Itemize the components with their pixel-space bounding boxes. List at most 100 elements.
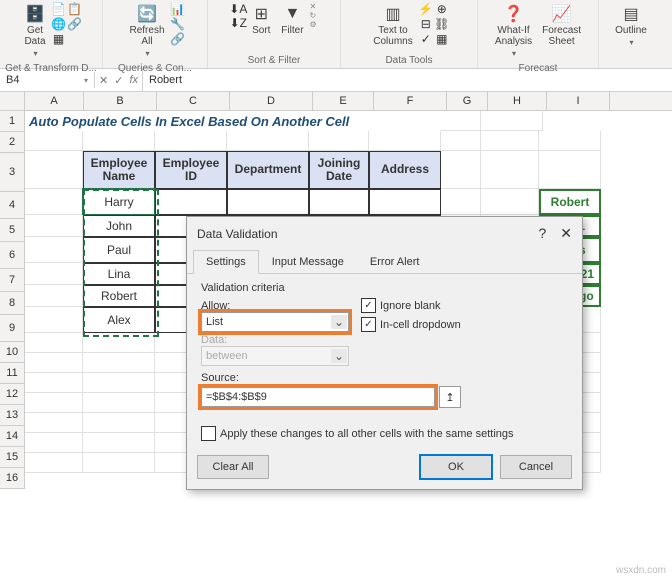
consolidate-icon[interactable]: ⊕ bbox=[435, 2, 449, 16]
data-val-icon[interactable]: ✓ bbox=[419, 32, 433, 46]
close-icon[interactable]: ✕ bbox=[560, 225, 572, 242]
cell-B11[interactable] bbox=[83, 353, 155, 373]
row-header-4[interactable]: 4 bbox=[0, 192, 24, 219]
relationships-icon[interactable]: ⛓ bbox=[435, 17, 449, 31]
cell-A1[interactable]: Auto Populate Cells In Excel Based On An… bbox=[25, 111, 441, 131]
queries-icon[interactable]: 📊 bbox=[171, 2, 185, 16]
sort-button[interactable]: ⊞ Sort bbox=[247, 2, 275, 38]
row-header-16[interactable]: 16 bbox=[0, 468, 24, 489]
data-model-icon[interactable]: ▦ bbox=[435, 32, 449, 46]
tab-settings[interactable]: Settings bbox=[193, 250, 259, 274]
advanced-icon[interactable]: ⚙ bbox=[310, 20, 317, 29]
cell-B14[interactable] bbox=[83, 413, 155, 433]
fx-icon[interactable]: fx bbox=[129, 74, 138, 86]
cell-G4[interactable] bbox=[441, 189, 481, 215]
cell-I1[interactable] bbox=[481, 111, 543, 131]
cancel-button[interactable]: Cancel bbox=[500, 455, 572, 479]
row-header-2[interactable]: 2 bbox=[0, 132, 24, 153]
allow-combo[interactable]: List bbox=[201, 312, 349, 332]
cell-C2[interactable] bbox=[155, 131, 227, 151]
cell-B4[interactable]: Harry bbox=[83, 189, 155, 215]
ignore-blank-checkbox[interactable]: ✓Ignore blank bbox=[361, 298, 461, 313]
source-input[interactable]: =$B$4:$B$9 bbox=[201, 387, 435, 407]
row-header-14[interactable]: 14 bbox=[0, 426, 24, 447]
apply-all-checkbox[interactable]: Apply these changes to all other cells w… bbox=[201, 426, 568, 441]
cell-C4[interactable] bbox=[155, 189, 227, 215]
accept-formula-icon[interactable]: ✓ bbox=[114, 74, 123, 87]
cell-G3[interactable] bbox=[441, 151, 481, 189]
col-header-E[interactable]: E bbox=[313, 92, 374, 110]
from-table-icon[interactable]: ▦ bbox=[52, 32, 66, 46]
formula-input[interactable]: Robert bbox=[143, 72, 672, 88]
reapply-icon[interactable]: ↻ bbox=[310, 11, 317, 20]
flash-fill-icon[interactable]: ⚡ bbox=[419, 2, 433, 16]
whatif-button[interactable]: ❓ What-If Analysis bbox=[491, 2, 536, 61]
recent-sources-icon[interactable]: 📋 bbox=[68, 2, 82, 16]
help-icon[interactable]: ? bbox=[538, 225, 546, 242]
existing-conn-icon[interactable]: 🔗 bbox=[68, 17, 82, 31]
cell-A14[interactable] bbox=[25, 413, 83, 433]
filter-button[interactable]: ▼ Filter bbox=[277, 2, 307, 38]
get-data-button[interactable]: 🗄️ Get Data bbox=[20, 2, 49, 61]
cell-A6[interactable] bbox=[25, 237, 83, 263]
properties-icon[interactable]: 🔧 bbox=[171, 17, 185, 31]
cell-B6[interactable]: Paul bbox=[83, 237, 155, 263]
range-selector-button[interactable]: ↥ bbox=[439, 386, 461, 408]
text-to-columns-button[interactable]: ▥ Text to Columns bbox=[369, 2, 416, 49]
row-header-12[interactable]: 12 bbox=[0, 384, 24, 405]
col-header-A[interactable]: A bbox=[25, 92, 84, 110]
cell-B2[interactable] bbox=[83, 131, 155, 151]
cell-A2[interactable] bbox=[25, 131, 83, 151]
cell-F4[interactable] bbox=[369, 189, 441, 215]
row-header-6[interactable]: 6 bbox=[0, 242, 24, 269]
forecast-sheet-button[interactable]: 📈 Forecast Sheet bbox=[538, 2, 585, 49]
remove-dup-icon[interactable]: ⊟ bbox=[419, 17, 433, 31]
cell-C3[interactable]: Employee ID bbox=[155, 151, 227, 189]
cell-E3[interactable]: Joining Date bbox=[309, 151, 369, 189]
cell-I4[interactable]: Robert bbox=[539, 189, 601, 215]
row-header-5[interactable]: 5 bbox=[0, 219, 24, 242]
cell-A13[interactable] bbox=[25, 393, 83, 413]
refresh-all-button[interactable]: 🔄 Refresh All bbox=[125, 2, 168, 61]
cell-B8[interactable]: Robert bbox=[83, 285, 155, 307]
cell-A15[interactable] bbox=[25, 433, 83, 453]
cell-H2[interactable] bbox=[481, 131, 539, 151]
cell-A12[interactable] bbox=[25, 373, 83, 393]
outline-button[interactable]: ▤ Outline bbox=[611, 2, 651, 50]
cancel-formula-icon[interactable]: ✕ bbox=[99, 74, 108, 87]
row-header-1[interactable]: 1 bbox=[0, 111, 24, 132]
cell-A16[interactable] bbox=[25, 453, 83, 473]
cell-E4[interactable] bbox=[309, 189, 369, 215]
cell-E2[interactable] bbox=[309, 131, 369, 151]
sort-desc-icon[interactable]: ⬇Z bbox=[231, 16, 245, 30]
select-all-corner[interactable] bbox=[0, 92, 25, 110]
cell-B15[interactable] bbox=[83, 433, 155, 453]
row-header-7[interactable]: 7 bbox=[0, 269, 24, 292]
tab-error-alert[interactable]: Error Alert bbox=[357, 250, 433, 274]
col-header-D[interactable]: D bbox=[230, 92, 313, 110]
cell-B16[interactable] bbox=[83, 453, 155, 473]
row-header-11[interactable]: 11 bbox=[0, 363, 24, 384]
cell-D4[interactable] bbox=[227, 189, 309, 215]
cell-H4[interactable] bbox=[481, 189, 539, 215]
cell-A7[interactable] bbox=[25, 263, 83, 285]
col-header-B[interactable]: B bbox=[84, 92, 157, 110]
cell-I3[interactable] bbox=[539, 151, 601, 189]
cell-D2[interactable] bbox=[227, 131, 309, 151]
cell-B13[interactable] bbox=[83, 393, 155, 413]
cell-A10[interactable] bbox=[25, 333, 83, 353]
cell-B9[interactable]: Alex bbox=[83, 307, 155, 333]
sort-asc-icon[interactable]: ⬇A bbox=[231, 2, 245, 16]
col-header-H[interactable]: H bbox=[488, 92, 547, 110]
cell-A5[interactable] bbox=[25, 215, 83, 237]
row-header-3[interactable]: 3 bbox=[0, 153, 24, 192]
cell-G2[interactable] bbox=[441, 131, 481, 151]
cell-A11[interactable] bbox=[25, 353, 83, 373]
cell-B12[interactable] bbox=[83, 373, 155, 393]
col-header-G[interactable]: G bbox=[447, 92, 488, 110]
cell-A4[interactable] bbox=[25, 189, 83, 215]
row-header-9[interactable]: 9 bbox=[0, 315, 24, 342]
ok-button[interactable]: OK bbox=[420, 455, 492, 479]
col-header-C[interactable]: C bbox=[157, 92, 230, 110]
row-header-8[interactable]: 8 bbox=[0, 292, 24, 315]
